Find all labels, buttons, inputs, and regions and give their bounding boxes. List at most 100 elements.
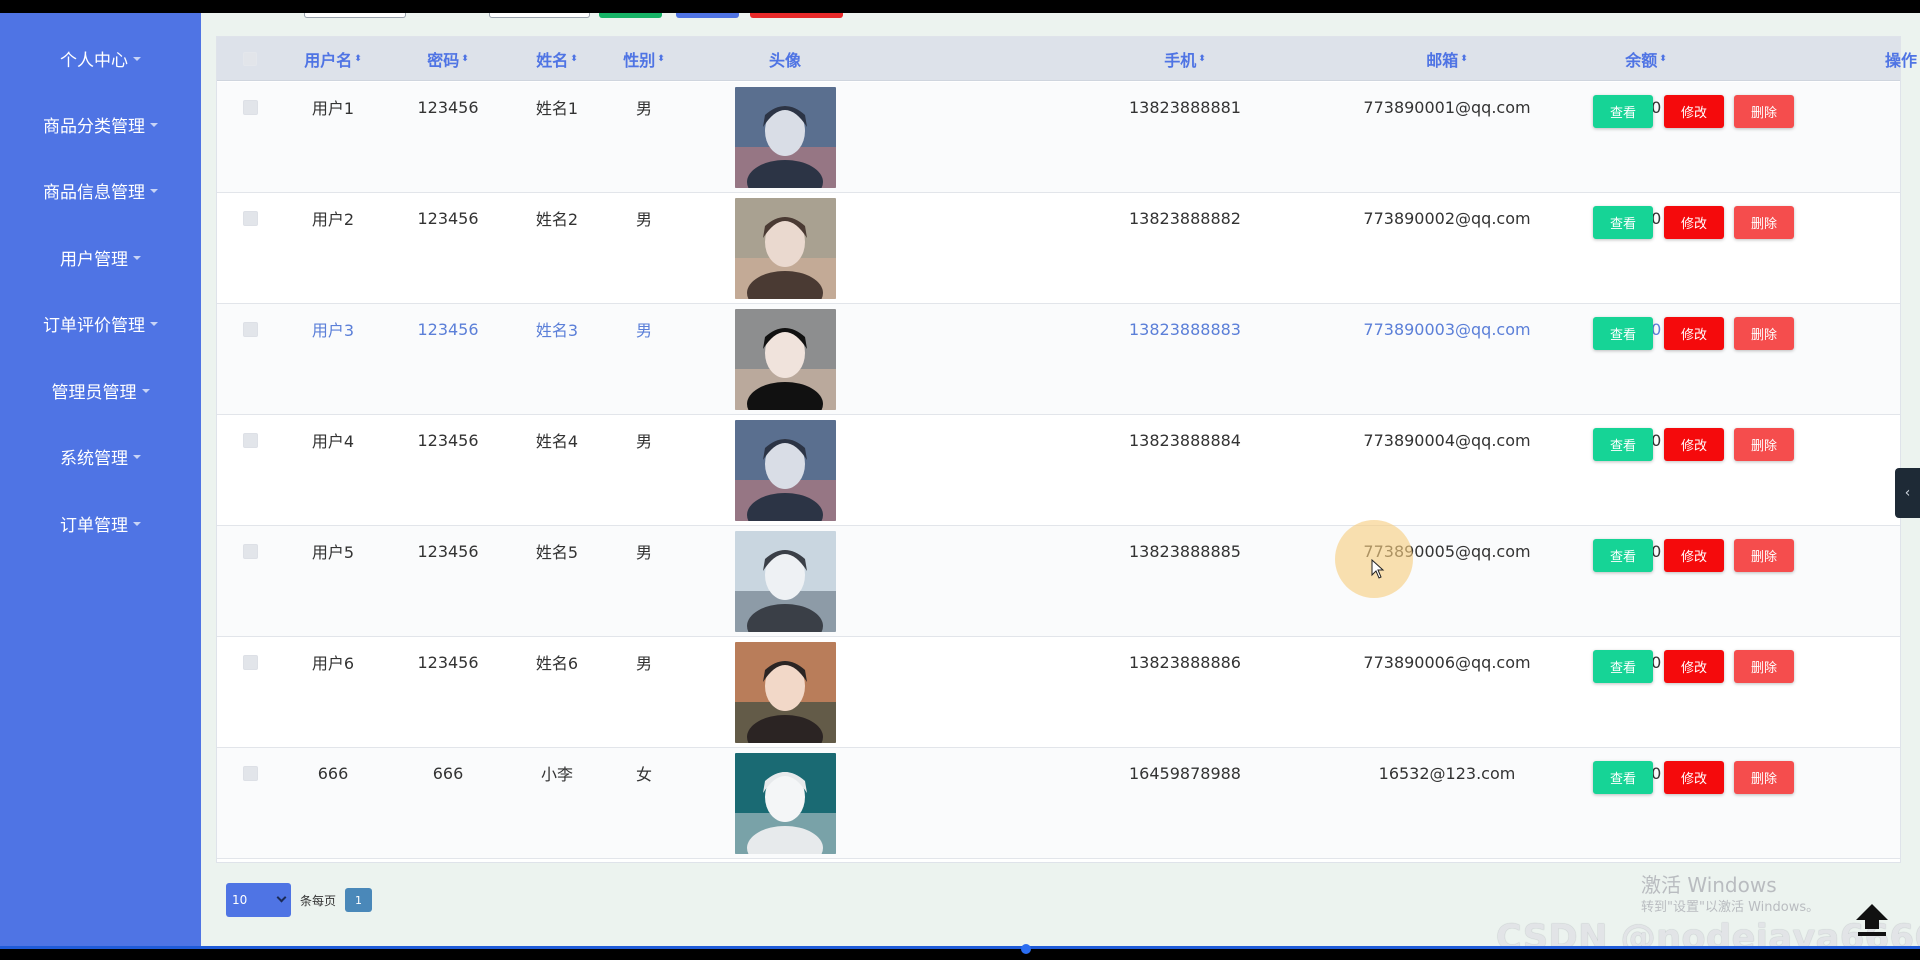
column-header-name[interactable]: 姓名 ⬍ (512, 37, 602, 81)
edit-button[interactable]: 修改 (1664, 539, 1724, 572)
sidebar-item-review-management[interactable]: 订单评价管理 (0, 303, 201, 343)
add-button-fragment[interactable] (676, 13, 739, 18)
cell-gender: 男 (635, 210, 652, 229)
column-header-label: 邮箱 (1426, 51, 1459, 70)
table-row[interactable]: 用户1 123456 姓名1 男 13823888881 773890001@qq.com… (217, 82, 1900, 193)
page-number-button[interactable]: 1 (345, 888, 372, 912)
search-input-fragment[interactable] (489, 13, 590, 18)
delete-button[interactable]: 删除 (1734, 761, 1794, 794)
column-header-balance[interactable]: 余额 ⬍ (1606, 37, 1686, 81)
select-all-checkbox[interactable] (243, 52, 257, 66)
cell-email: 773890004@qq.com (1363, 430, 1531, 450)
delete-button[interactable]: 删除 (1734, 650, 1794, 683)
table-row[interactable]: 用户3 123456 姓名3 男 13823888883 773890003@qq.com… (217, 304, 1900, 415)
sidebar-item-label: 个人中心 (60, 50, 128, 71)
delete-button[interactable]: 删除 (1734, 539, 1794, 572)
row-checkbox[interactable] (243, 211, 258, 226)
avatar-photo-icon (735, 87, 836, 188)
edit-button[interactable]: 修改 (1664, 95, 1724, 128)
batch-delete-button-fragment[interactable] (750, 13, 843, 18)
sidebar-item-product-management[interactable]: 商品信息管理 (0, 170, 201, 210)
table-row[interactable]: 用户2 123456 姓名2 男 13823888882 773890002@qq.com… (217, 193, 1900, 304)
cell-phone: 13823888883 (1129, 319, 1241, 339)
page-size-select[interactable]: 10 (226, 883, 291, 917)
sidebar-item-admin-management[interactable]: 管理员管理 (0, 370, 201, 410)
view-button[interactable]: 查看 (1593, 761, 1653, 794)
column-header-label: 密码 (427, 51, 460, 70)
avatar-photo-icon (735, 642, 836, 743)
view-button[interactable]: 查看 (1593, 317, 1653, 350)
edit-button[interactable]: 修改 (1664, 428, 1724, 461)
sidebar-item-user-management[interactable]: 用户管理 (0, 237, 201, 277)
sidebar-item-order-management[interactable]: 订单管理 (0, 503, 201, 543)
sort-icon: ⬍ (461, 53, 469, 64)
view-button[interactable]: 查看 (1593, 206, 1653, 239)
cell-gender: 男 (635, 432, 652, 451)
view-button[interactable]: 查看 (1593, 428, 1653, 461)
row-checkbox[interactable] (243, 322, 258, 337)
column-header-password[interactable]: 密码 ⬍ (403, 37, 493, 81)
caret-down-icon (133, 57, 141, 61)
sidebar-item-label: 商品信息管理 (43, 182, 145, 203)
edit-button[interactable]: 修改 (1664, 761, 1724, 794)
column-header-gender[interactable]: 性别 ⬍ (599, 37, 689, 81)
caret-down-icon (133, 522, 141, 526)
delete-button[interactable]: 删除 (1734, 428, 1794, 461)
column-header-phone[interactable]: 手机 ⬍ (1125, 37, 1245, 81)
collapse-panel-tab[interactable]: ‹ (1895, 468, 1920, 518)
row-checkbox[interactable] (243, 655, 258, 670)
column-header-username[interactable]: 用户名 ⬍ (288, 37, 378, 81)
row-checkbox[interactable] (243, 544, 258, 559)
sort-icon: ⬍ (354, 53, 362, 64)
cell-name: 姓名4 (535, 432, 579, 451)
cell-phone: 13823888885 (1129, 541, 1241, 561)
caret-down-icon (150, 322, 158, 326)
sidebar-item-label: 管理员管理 (51, 382, 137, 403)
column-header-label: 头像 (768, 51, 801, 70)
edit-button[interactable]: 修改 (1664, 206, 1724, 239)
edit-button[interactable]: 修改 (1664, 650, 1724, 683)
cell-email: 773890002@qq.com (1363, 208, 1531, 228)
column-header-email[interactable]: 邮箱 ⬍ (1387, 37, 1507, 81)
caret-down-icon (141, 389, 150, 393)
row-checkbox[interactable] (243, 433, 258, 448)
chevron-left-icon: ‹ (1904, 485, 1911, 501)
table-row[interactable]: 666666小李女1645987898816532@123.com140查看修改… (217, 748, 1900, 859)
column-header-label: 手机 (1164, 51, 1197, 70)
view-button[interactable]: 查看 (1593, 539, 1653, 572)
search-button-fragment[interactable] (599, 13, 662, 18)
cell-email: 16532@123.com (1378, 763, 1516, 783)
caret-down-icon (150, 123, 158, 127)
cell-name: 小李 (540, 765, 573, 784)
row-checkbox[interactable] (243, 100, 258, 115)
column-header-avatar: 头像 (740, 37, 830, 81)
column-header-label: 操作 (1884, 51, 1917, 70)
sidebar-item-system-management[interactable]: 系统管理 (0, 436, 201, 476)
row-checkbox[interactable] (243, 766, 258, 781)
table-row[interactable]: 用户4 123456 姓名4 男 13823888884 773890004@qq.com… (217, 415, 1900, 526)
avatar-photo-icon (735, 309, 836, 410)
search-input-fragment[interactable] (304, 13, 406, 18)
column-header-label: 余额 (1625, 51, 1658, 70)
table-row[interactable]: 用户6 123456 姓名6 男 13823888886 773890006@qq.com… (217, 637, 1900, 748)
windows-activation-watermark: 激活 Windows (1641, 873, 1777, 897)
cell-gender: 男 (635, 654, 652, 673)
cell-gender: 男 (635, 99, 652, 118)
page-size-label: 条每页 (300, 894, 337, 908)
delete-button[interactable]: 删除 (1734, 206, 1794, 239)
edit-button[interactable]: 修改 (1664, 317, 1724, 350)
sidebar-item-personal-center[interactable]: 个人中心 (0, 38, 201, 78)
column-header-label: 性别 (623, 51, 656, 70)
cell-username: 用户5 (311, 543, 355, 562)
back-to-top-icon[interactable] (1852, 902, 1892, 938)
delete-button[interactable]: 删除 (1734, 317, 1794, 350)
table-row[interactable]: 用户5 123456 姓名5 男 13823888885 773890005@qq.com… (217, 526, 1900, 637)
view-button[interactable]: 查看 (1593, 650, 1653, 683)
app-window: 个人中心 商品分类管理 商品信息管理 用户管理 订单评价管理 管理员管理 系统管… (0, 13, 1920, 958)
caret-down-icon (150, 189, 158, 193)
cell-username: 用户4 (311, 432, 355, 451)
delete-button[interactable]: 删除 (1734, 95, 1794, 128)
column-header-actions: 操作 (1861, 37, 1920, 81)
view-button[interactable]: 查看 (1593, 95, 1653, 128)
sidebar-item-category-management[interactable]: 商品分类管理 (0, 104, 201, 144)
